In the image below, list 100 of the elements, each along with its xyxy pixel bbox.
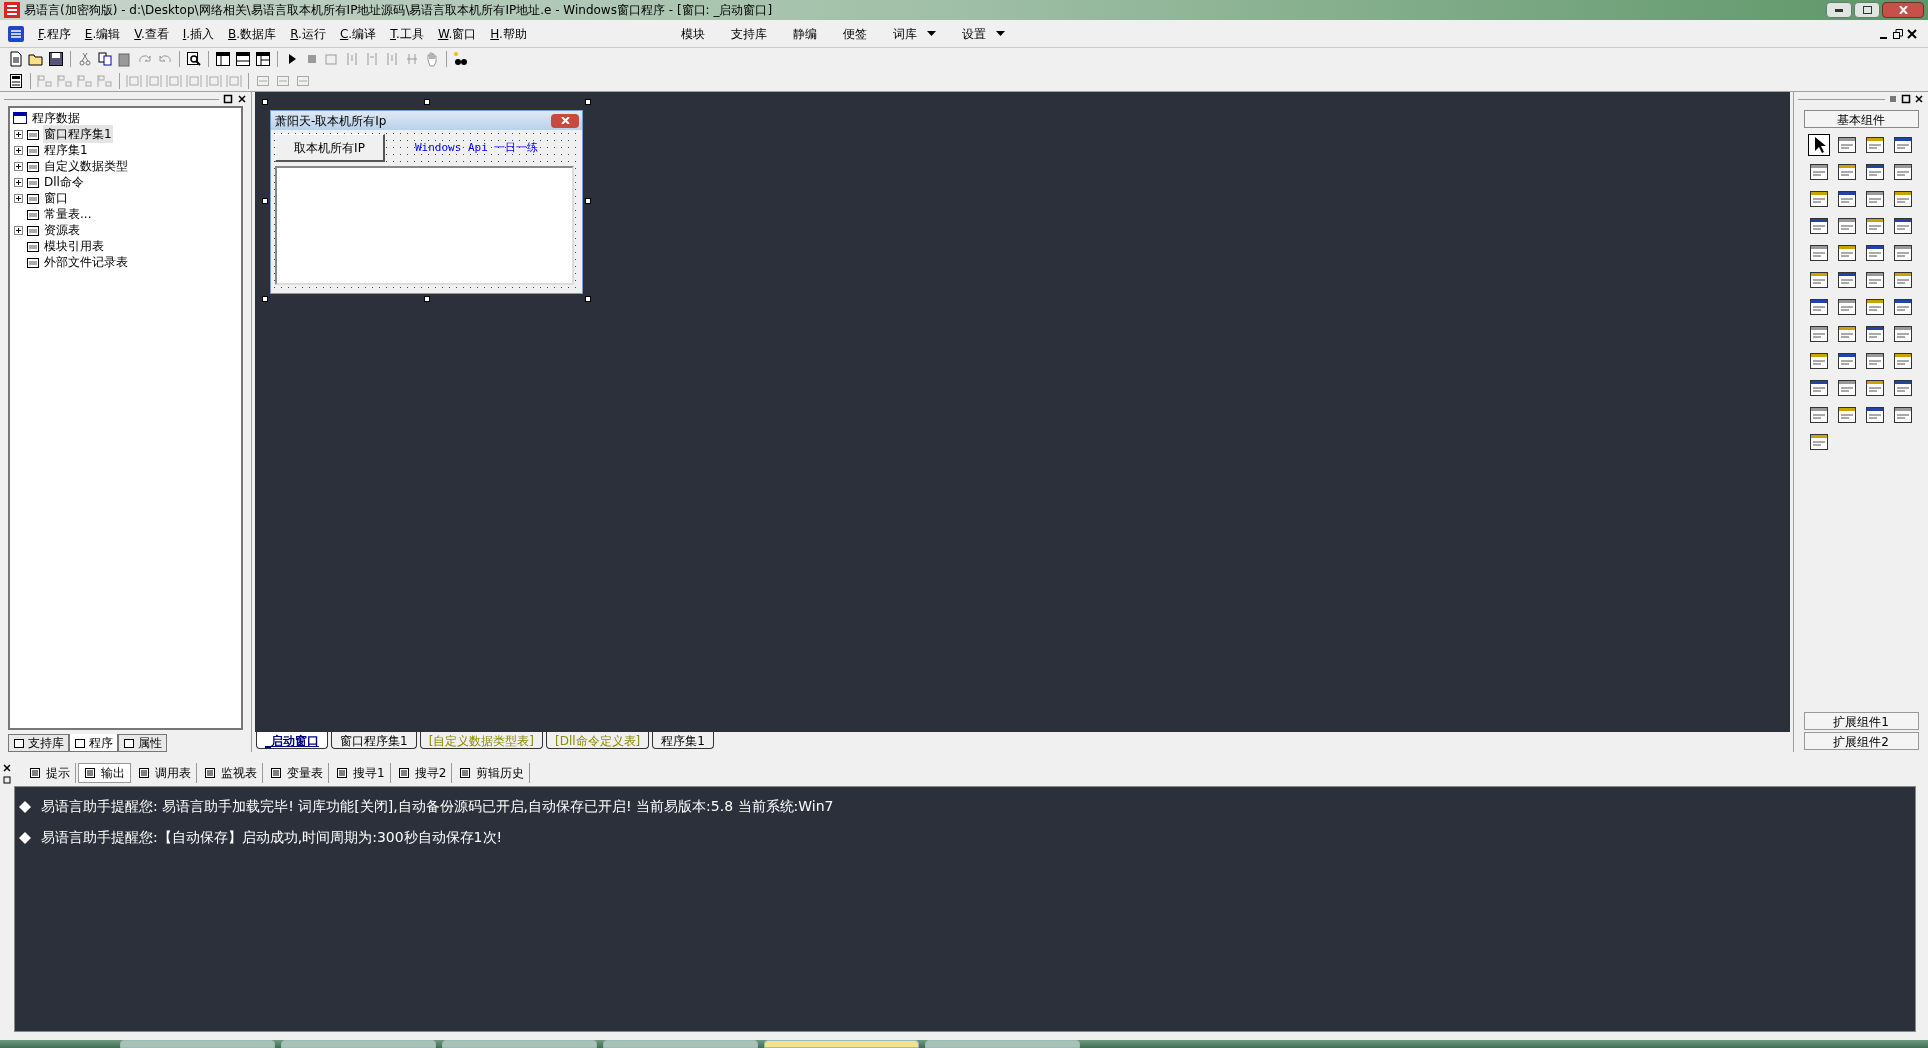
menu-item[interactable]: C.编译 [339, 24, 377, 43]
expand-icon[interactable] [14, 193, 23, 203]
component-icon[interactable] [1864, 296, 1886, 318]
menu-item[interactable]: H.帮助 [490, 24, 527, 43]
component-icon[interactable] [1892, 269, 1914, 291]
component-icon[interactable] [1864, 323, 1886, 345]
tree-item[interactable]: 窗口 [43, 189, 69, 207]
editor-tab[interactable]: _启动窗口 [256, 732, 328, 749]
resize-handle[interactable] [262, 197, 268, 204]
tree-item[interactable]: Dll命令 [43, 173, 85, 191]
pointer-icon[interactable] [1808, 134, 1830, 156]
output-tab[interactable]: 搜寻1 [331, 763, 391, 783]
menu-item[interactable]: 静编 [792, 24, 817, 43]
resize-handle[interactable] [585, 296, 591, 302]
menu-item[interactable]: E.编辑 [84, 24, 121, 43]
menu-icon[interactable] [1888, 94, 1898, 104]
menu-item[interactable]: 便签 [842, 24, 867, 43]
component-icon[interactable] [1892, 134, 1914, 156]
menu-item[interactable]: R.运行 [290, 24, 326, 43]
component-icon[interactable] [1864, 350, 1886, 372]
resize-handle[interactable] [262, 99, 268, 105]
tree-item[interactable]: 模块引用表 [43, 237, 105, 255]
layout-icon[interactable] [235, 51, 251, 67]
component-icon[interactable] [1864, 134, 1886, 156]
panel-tab[interactable]: 程序 [69, 734, 118, 752]
component-group-button[interactable]: 扩展组件2 [1803, 732, 1919, 750]
output-tab[interactable]: 变量表 [265, 763, 329, 783]
component-icon[interactable] [1808, 323, 1830, 345]
restore-icon[interactable] [1892, 27, 1904, 40]
output-tab[interactable]: 提示 [24, 763, 76, 783]
form-close-button[interactable] [551, 113, 579, 128]
restore-icon[interactable] [3, 776, 11, 784]
component-icon[interactable] [1864, 404, 1886, 426]
menu-item[interactable]: F.程序 [38, 24, 71, 43]
tree-item[interactable]: 程序数据 [32, 109, 80, 127]
calculator-icon[interactable] [8, 72, 24, 89]
resize-handle[interactable] [423, 99, 430, 105]
text-box[interactable] [275, 166, 574, 285]
output-tab[interactable]: 输出 [78, 763, 131, 783]
layout-icon[interactable] [215, 51, 231, 67]
find-icon[interactable] [186, 51, 202, 67]
component-icon[interactable] [1836, 323, 1858, 345]
close-icon[interactable] [3, 764, 11, 772]
resize-handle[interactable] [585, 197, 591, 204]
resize-handle[interactable] [585, 99, 591, 105]
expand-icon[interactable] [14, 161, 23, 171]
component-icon[interactable] [1892, 377, 1914, 399]
component-icon[interactable] [1892, 404, 1914, 426]
panel-tab[interactable]: 属性 [118, 734, 167, 752]
menu-item[interactable]: 词库 [892, 24, 936, 43]
layout-icon[interactable] [255, 51, 271, 67]
component-icon[interactable] [1836, 215, 1858, 237]
component-icon[interactable] [1808, 431, 1830, 453]
component-icon[interactable] [1892, 296, 1914, 318]
minimize-button[interactable] [1826, 2, 1852, 18]
component-icon[interactable] [1836, 188, 1858, 210]
component-icon[interactable] [1892, 323, 1914, 345]
component-icon[interactable] [1892, 350, 1914, 372]
menu-item[interactable]: T.工具 [390, 24, 424, 43]
component-icon[interactable] [1836, 134, 1858, 156]
expand-icon[interactable] [14, 129, 23, 139]
component-icon[interactable] [1808, 242, 1830, 264]
component-icon[interactable] [1808, 188, 1830, 210]
component-icon[interactable] [1808, 215, 1830, 237]
component-icon[interactable] [1836, 242, 1858, 264]
menu-item[interactable]: B.数据库 [228, 24, 277, 43]
resize-handle[interactable] [423, 296, 430, 302]
tree-item[interactable]: 资源表 [43, 221, 81, 239]
new-file-icon[interactable] [8, 51, 24, 67]
close-button[interactable] [1882, 2, 1924, 18]
component-icon[interactable] [1864, 215, 1886, 237]
component-group-button[interactable]: 扩展组件1 [1803, 712, 1919, 730]
component-icon[interactable] [1808, 404, 1830, 426]
close-icon[interactable] [1914, 94, 1924, 104]
component-icon[interactable] [1892, 188, 1914, 210]
component-icon[interactable] [1836, 404, 1858, 426]
restore-icon[interactable] [223, 94, 233, 104]
component-icon[interactable] [1836, 269, 1858, 291]
output-tab[interactable]: 监视表 [199, 763, 263, 783]
open-folder-icon[interactable] [28, 51, 44, 67]
output-tab[interactable]: 搜寻2 [392, 763, 453, 783]
component-icon[interactable] [1808, 296, 1830, 318]
restore-icon[interactable] [1901, 94, 1911, 104]
maximize-button[interactable] [1854, 2, 1880, 18]
editor-tab[interactable]: 程序集1 [652, 732, 714, 749]
menu-item[interactable]: 模块 [680, 24, 705, 43]
component-icon[interactable] [1864, 188, 1886, 210]
component-icon[interactable] [1892, 161, 1914, 183]
component-icon[interactable] [1892, 242, 1914, 264]
tree-item[interactable]: 自定义数据类型 [43, 157, 129, 175]
tree-item[interactable]: 程序集1 [43, 141, 89, 159]
menu-item[interactable]: V.查看 [134, 24, 169, 43]
component-icon[interactable] [1836, 296, 1858, 318]
menu-item[interactable]: I.插入 [182, 24, 215, 43]
tree-item[interactable]: 常量表... [43, 205, 93, 223]
expand-icon[interactable] [14, 225, 23, 235]
component-icon[interactable] [1808, 350, 1830, 372]
panel-tab[interactable]: 支持库 [8, 734, 69, 752]
component-icon[interactable] [1892, 215, 1914, 237]
tree-item[interactable]: 窗口程序集1 [43, 125, 113, 143]
